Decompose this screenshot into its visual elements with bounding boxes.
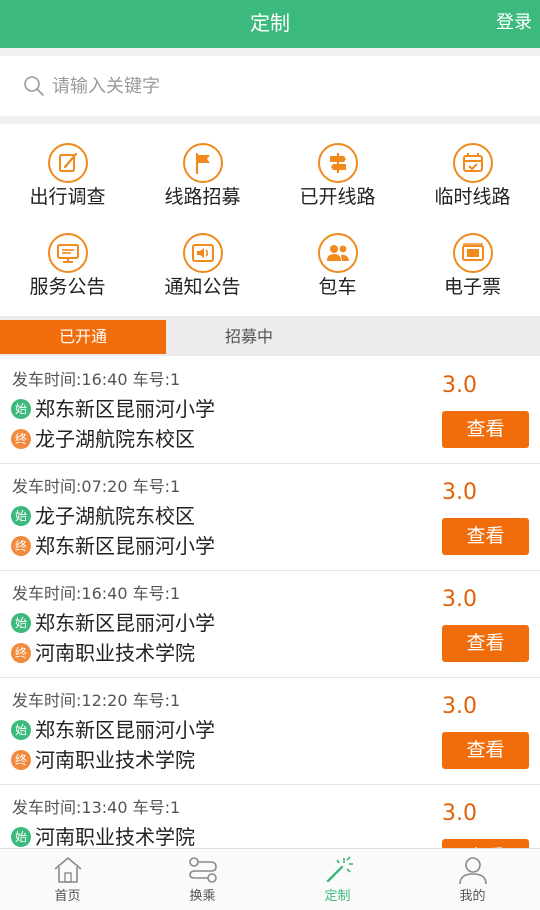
- view-button[interactable]: 查看: [442, 518, 529, 555]
- menu-label: 通知公告: [164, 276, 241, 298]
- end-stop-name: 郑东新区昆丽河小学: [35, 534, 215, 558]
- tab-transfer[interactable]: 换乘: [135, 849, 270, 910]
- route-row[interactable]: 发车时间:07:20 车号:1 始 龙子湖航院东校区 终 郑东新区昆丽河小学 3…: [0, 464, 540, 571]
- ticket-icon: [453, 233, 493, 273]
- flag-icon: [183, 143, 223, 183]
- menu-item-service-notice[interactable]: 服务公告: [0, 214, 135, 304]
- bottom-tab-bar: 首页 换乘 定制 我的: [0, 848, 540, 910]
- departure-info: 发车时间:13:40 车号:1: [12, 798, 181, 817]
- monitor-icon: [48, 233, 88, 273]
- tab-label: 换乘: [189, 889, 216, 904]
- end-stop-name: 龙子湖航院东校区: [35, 427, 195, 451]
- start-stop-name: 河南职业技术学院: [35, 825, 195, 848]
- magic-wand-icon: [326, 856, 353, 883]
- departure-info: 发车时间:16:40 车号:1: [12, 584, 181, 603]
- menu-label: 包车: [318, 276, 357, 298]
- route-row[interactable]: 发车时间:13:40 车号:1 始 河南职业技术学院 3.0 查看: [0, 785, 540, 848]
- end-badge: 终: [11, 429, 31, 449]
- route-list[interactable]: 发车时间:16:40 车号:1 始 郑东新区昆丽河小学 终 龙子湖航院东校区 3…: [0, 357, 540, 848]
- edit-icon: [48, 143, 88, 183]
- start-stop-name: 郑东新区昆丽河小学: [35, 397, 215, 421]
- menu-item-charter[interactable]: 包车: [270, 214, 405, 304]
- start-stop-name: 龙子湖航院东校区: [35, 504, 195, 528]
- route-row[interactable]: 发车时间:12:20 车号:1 始 郑东新区昆丽河小学 终 河南职业技术学院 3…: [0, 678, 540, 785]
- start-badge: 始: [11, 613, 31, 633]
- login-button[interactable]: 登录: [496, 0, 532, 48]
- start-badge: 始: [11, 399, 31, 419]
- page-title: 定制: [250, 11, 290, 35]
- menu-item-open-routes[interactable]: 已开线路: [270, 124, 405, 214]
- start-stop-name: 郑东新区昆丽河小学: [35, 718, 215, 742]
- fare-price: 3.0: [442, 373, 477, 398]
- speaker-icon: [183, 233, 223, 273]
- search-input[interactable]: 请输入关键字: [0, 56, 540, 116]
- fare-price: 3.0: [442, 694, 477, 719]
- route-row[interactable]: 发车时间:16:40 车号:1 始 郑东新区昆丽河小学 终 河南职业技术学院 3…: [0, 571, 540, 678]
- top-bar: 定制 登录: [0, 0, 540, 48]
- tab-label: 我的: [459, 889, 486, 904]
- tab-label: 首页: [54, 889, 81, 904]
- view-button[interactable]: 查看: [442, 625, 529, 662]
- tab-mine[interactable]: 我的: [405, 849, 540, 910]
- fare-price: 3.0: [442, 801, 477, 826]
- tab-label: 定制: [324, 889, 351, 904]
- search-placeholder: 请输入关键字: [52, 76, 160, 97]
- end-stop-name: 河南职业技术学院: [35, 748, 195, 772]
- end-badge: 终: [11, 750, 31, 770]
- end-badge: 终: [11, 643, 31, 663]
- view-button[interactable]: 查看: [442, 411, 529, 448]
- end-badge: 终: [11, 536, 31, 556]
- menu-label: 电子票: [443, 276, 501, 298]
- route-row[interactable]: 发车时间:16:40 车号:1 始 郑东新区昆丽河小学 终 龙子湖航院东校区 3…: [0, 357, 540, 464]
- fare-price: 3.0: [442, 480, 477, 505]
- departure-info: 发车时间:16:40 车号:1: [12, 370, 181, 389]
- view-button[interactable]: 查看: [442, 732, 529, 769]
- menu-label: 服务公告: [29, 276, 106, 298]
- start-badge: 始: [11, 720, 31, 740]
- start-badge: 始: [11, 827, 31, 847]
- signpost-icon: [318, 143, 358, 183]
- tab-home[interactable]: 首页: [0, 849, 135, 910]
- user-icon: [459, 857, 487, 885]
- tab-recruiting[interactable]: 招募中: [166, 320, 332, 354]
- menu-label: 出行调查: [29, 186, 106, 208]
- menu-item-temp-routes[interactable]: 临时线路: [405, 124, 540, 214]
- departure-info: 发车时间:12:20 车号:1: [12, 691, 181, 710]
- transfer-icon: [189, 857, 217, 883]
- menu-label: 临时线路: [434, 186, 511, 208]
- view-button[interactable]: 查看: [442, 839, 529, 848]
- group-icon: [318, 233, 358, 273]
- function-grid: 出行调查 线路招募 已开线路 临时线路 服务公告 通知公告 包车 电子票: [0, 124, 540, 316]
- tab-custom[interactable]: 定制: [270, 849, 405, 910]
- search-area: 请输入关键字: [0, 48, 540, 124]
- start-badge: 始: [11, 506, 31, 526]
- menu-item-eticket[interactable]: 电子票: [405, 214, 540, 304]
- start-stop-name: 郑东新区昆丽河小学: [35, 611, 215, 635]
- home-icon: [54, 856, 82, 883]
- end-stop-name: 河南职业技术学院: [35, 641, 195, 665]
- menu-item-notice[interactable]: 通知公告: [135, 214, 270, 304]
- search-icon: [24, 76, 44, 96]
- menu-label: 已开线路: [299, 186, 376, 208]
- tab-opened[interactable]: 已开通: [0, 320, 166, 354]
- menu-label: 线路招募: [164, 186, 241, 208]
- departure-info: 发车时间:07:20 车号:1: [12, 477, 181, 496]
- fare-price: 3.0: [442, 587, 477, 612]
- route-status-tabs: 已开通 招募中: [0, 316, 540, 356]
- calendar-icon: [453, 143, 493, 183]
- menu-item-recruit[interactable]: 线路招募: [135, 124, 270, 214]
- menu-item-survey[interactable]: 出行调查: [0, 124, 135, 214]
